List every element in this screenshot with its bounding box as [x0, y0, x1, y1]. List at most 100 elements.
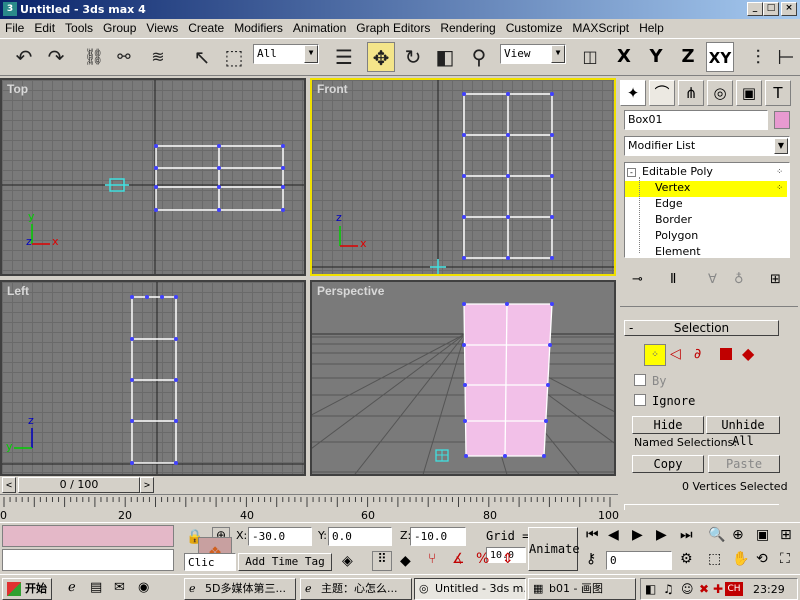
select-by-name-icon[interactable]: ☰ — [330, 42, 358, 72]
minimize-button[interactable]: _ — [747, 2, 763, 16]
explorer-quicklaunch-icon[interactable]: ▤ — [90, 580, 102, 595]
pivot-center-icon[interactable]: ◫ — [576, 42, 604, 72]
axis-xy-button[interactable]: XY — [706, 42, 734, 72]
region-select-icon[interactable]: ⬚ — [220, 42, 248, 72]
menu-group[interactable]: Group — [98, 19, 141, 38]
menu-modifiers[interactable]: Modifiers — [229, 19, 288, 38]
edge-mode-icon[interactable]: ◁ — [670, 346, 681, 362]
go-to-end-icon[interactable]: ⏭ — [680, 527, 693, 543]
redo-icon[interactable]: ↷ — [42, 42, 70, 72]
object-color-swatch[interactable] — [774, 111, 790, 129]
stack-root-editable-poly[interactable]: - Editable Poly ⁘ — [625, 165, 787, 181]
ignore-backfacing-checkbox[interactable] — [634, 394, 646, 406]
viewport-left[interactable]: Left z y — [0, 280, 306, 476]
modifier-list-dropdown[interactable]: Modifier List ▼ — [624, 136, 790, 156]
maxscript-listener-mini[interactable] — [2, 525, 174, 547]
snap-toggle-icon[interactable]: ⑂ — [428, 551, 436, 567]
menu-rendering[interactable]: Rendering — [435, 19, 500, 38]
pan-icon[interactable]: ✋ — [732, 551, 749, 567]
selection-filter-dropdown[interactable]: All ▼ — [253, 44, 319, 64]
taskbar-item-3[interactable]: ◎ Untitled - 3ds m... — [414, 578, 526, 600]
z-coordinate-field[interactable]: -10.0 — [410, 527, 466, 546]
spinner-snap-icon[interactable]: ⇕ — [502, 551, 514, 567]
make-unique-icon[interactable]: ∀ — [708, 272, 717, 287]
app-icon[interactable]: 3 — [3, 2, 17, 16]
menu-tools[interactable]: Tools — [60, 19, 98, 38]
next-frame-icon[interactable]: ▶ — [656, 527, 667, 543]
soft-selection-rollout-header[interactable] — [624, 504, 779, 510]
next-frame-button[interactable]: > — [140, 477, 154, 493]
time-slider-thumb[interactable]: 0 / 100 — [18, 477, 140, 493]
paste-button[interactable]: Paste — [708, 455, 780, 473]
undo-icon[interactable]: ↶ — [10, 42, 38, 72]
menu-create[interactable]: Create — [183, 19, 229, 38]
track-bar[interactable]: 0 20 40 60 80 100 — [0, 494, 619, 522]
object-name-field[interactable]: Box01 — [624, 110, 768, 130]
vertex-mode-icon[interactable]: ⁘ — [644, 344, 666, 366]
ie-quicklaunch-icon[interactable]: ℯ — [68, 580, 76, 595]
reference-coordinate-dropdown[interactable]: View ▼ — [500, 44, 566, 64]
select-and-link-icon[interactable]: ⛓ — [80, 42, 108, 72]
zoom-all-icon[interactable]: ⊕ — [732, 527, 744, 543]
motion-tab-icon[interactable]: ◎ — [707, 80, 733, 106]
start-button[interactable]: 开始 — [2, 578, 52, 600]
menu-graph-editors[interactable]: Graph Editors — [351, 19, 435, 38]
select-and-scale-icon[interactable]: ◧ — [431, 42, 459, 72]
zoom-icon[interactable]: 🔍 — [708, 527, 725, 543]
polygon-mode-icon[interactable] — [720, 348, 732, 360]
crossing-select-icon[interactable]: ⠿ — [372, 551, 392, 571]
modify-tab-icon[interactable]: ⌒ — [649, 80, 675, 106]
menu-customize[interactable]: Customize — [501, 19, 568, 38]
menu-file[interactable]: File — [0, 19, 29, 38]
hide-button[interactable]: Hide — [632, 416, 704, 434]
previous-frame-icon[interactable]: ◀ — [608, 527, 619, 543]
stack-item-border[interactable]: Border — [625, 213, 692, 229]
maxscript-input[interactable] — [2, 549, 174, 571]
stack-item-edge[interactable]: Edge — [625, 197, 683, 213]
select-and-rotate-icon[interactable]: ↻ — [399, 42, 427, 72]
hierarchy-tab-icon[interactable]: ⋔ — [678, 80, 704, 106]
taskbar-item-4[interactable]: ▦ b01 - 画图 — [528, 578, 636, 600]
axis-x-button[interactable]: X — [610, 42, 638, 72]
region-zoom-icon[interactable]: ⬚ — [708, 551, 721, 567]
zoom-extents-all-icon[interactable]: ⊞ — [780, 527, 792, 543]
unhide-all-button[interactable]: Unhide All — [706, 416, 780, 448]
menu-animation[interactable]: Animation — [288, 19, 351, 38]
media-quicklaunch-icon[interactable]: ◉ — [138, 580, 149, 595]
time-config-icon[interactable]: ⚙ — [680, 551, 693, 567]
angle-snap-icon[interactable]: ∡ — [452, 551, 465, 567]
bind-space-warp-icon[interactable]: ≋ — [144, 42, 172, 72]
input-language-indicator[interactable]: CH — [725, 582, 743, 596]
copy-button[interactable]: Copy — [632, 455, 704, 473]
maximize-button[interactable]: □ — [763, 2, 779, 16]
prev-frame-button[interactable]: < — [2, 477, 16, 493]
border-mode-icon[interactable]: ∂ — [694, 346, 701, 362]
stack-item-vertex[interactable]: Vertex ⁘ — [625, 181, 787, 197]
outlook-quicklaunch-icon[interactable]: ✉ — [114, 580, 125, 595]
axis-z-button[interactable]: Z — [674, 42, 702, 72]
utilities-tab-icon[interactable]: T — [765, 80, 791, 106]
stack-item-polygon[interactable]: Polygon — [625, 229, 698, 245]
viewport-top[interactable]: Top y z x — [0, 78, 306, 276]
configure-sets-icon[interactable]: ⊞ — [770, 272, 781, 287]
selection-rollout-header[interactable]: - Selection — [624, 320, 779, 336]
tray-icon-2[interactable]: ♫ — [663, 582, 674, 596]
viewport-perspective[interactable]: Perspective — [310, 280, 616, 476]
mirror-icon[interactable]: ⫶ — [744, 42, 772, 72]
menu-views[interactable]: Views — [141, 19, 183, 38]
play-icon[interactable]: ▶ — [632, 527, 643, 543]
key-mode-icon[interactable]: ⚷ — [586, 551, 596, 567]
arc-rotate-icon[interactable]: ⟲ — [756, 551, 768, 567]
x-coordinate-field[interactable]: -30.0 — [248, 527, 312, 546]
go-to-start-icon[interactable]: ⏮ — [586, 527, 599, 543]
show-end-result-icon[interactable]: Ⅱ — [670, 272, 676, 287]
close-button[interactable]: × — [781, 2, 797, 16]
tray-icon-3[interactable]: ☺ — [681, 582, 694, 596]
zoom-extents-icon[interactable]: ▣ — [756, 527, 769, 543]
selection-mode-icon[interactable]: ◈ — [342, 553, 353, 569]
axis-y-button[interactable]: Y — [642, 42, 670, 72]
taskbar-item-1[interactable]: ℯ 5D多媒体第三... — [184, 578, 296, 600]
select-object-icon[interactable]: ↖ — [188, 42, 216, 72]
by-vertex-checkbox[interactable] — [634, 374, 646, 386]
menu-help[interactable]: Help — [634, 19, 669, 38]
